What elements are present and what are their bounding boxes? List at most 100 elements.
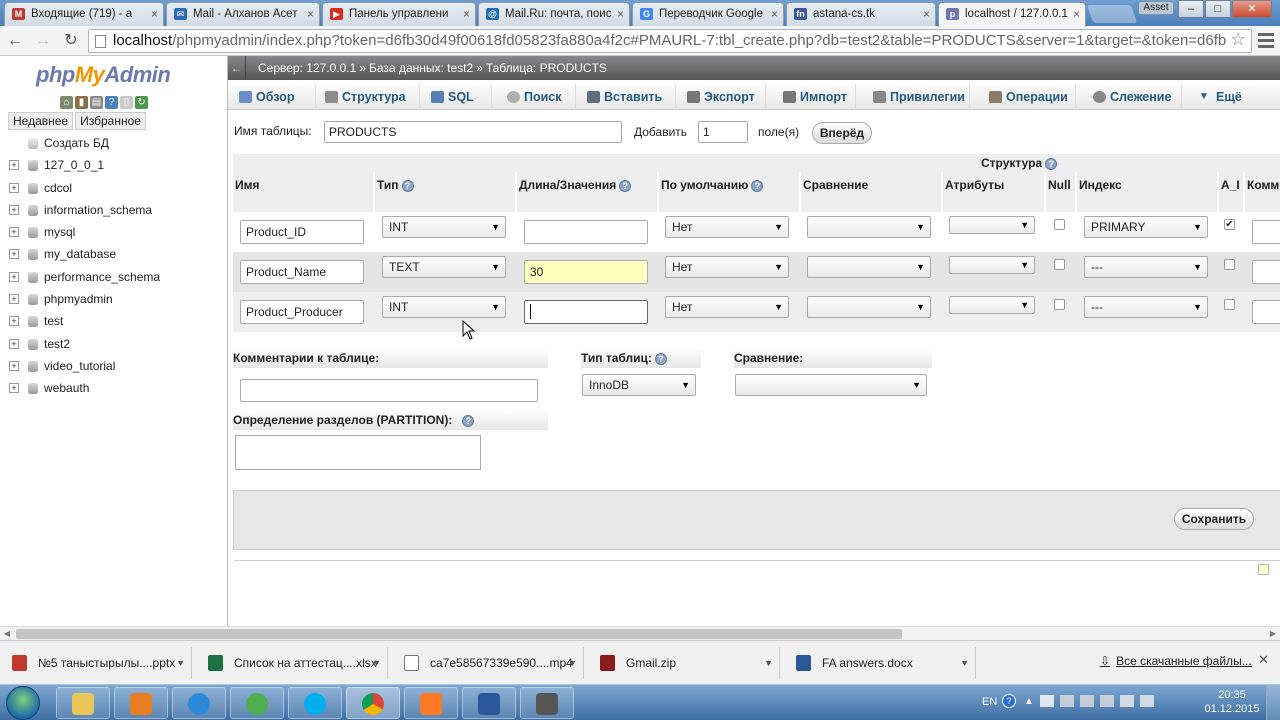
browser-tab-translate[interactable]: G Переводчик Google × [632, 2, 784, 26]
tab-operations[interactable]: Операции [986, 84, 1076, 110]
expand-icon[interactable]: + [9, 360, 19, 371]
browser-tab-mail[interactable]: ✉ Mail - Алханов Асет × [166, 2, 320, 26]
taskbar-skype[interactable] [288, 687, 342, 719]
null-checkbox[interactable] [1054, 219, 1065, 230]
download-item[interactable]: Список на аттестац....xlsx ▼ [198, 647, 388, 679]
column-default-select[interactable]: Нет ▼ [665, 296, 789, 318]
close-icon[interactable]: × [923, 3, 930, 25]
breadcrumb-server[interactable]: Сервер: 127.0.0.1 [258, 61, 356, 75]
tab-privileges[interactable]: Привилегии [870, 84, 970, 110]
table-name-input[interactable]: PRODUCTS [324, 121, 622, 143]
tab-tracking[interactable]: Слежение [1090, 84, 1182, 110]
table-collation-select[interactable]: ▼ [735, 374, 927, 396]
help-icon[interactable]: ? [105, 96, 118, 109]
tab-export[interactable]: Экспорт [684, 84, 766, 110]
column-collation-select[interactable]: ▼ [807, 296, 931, 318]
column-attributes-select[interactable]: ▼ [949, 216, 1035, 234]
help-icon[interactable]: ? [401, 179, 414, 192]
favorites-tab[interactable]: Избранное [75, 112, 146, 130]
device-icon[interactable] [1080, 695, 1094, 707]
db-item[interactable]: + mysql [6, 221, 226, 243]
chevron-down-icon[interactable]: ▼ [568, 647, 577, 679]
taskbar-word[interactable] [462, 687, 516, 719]
taskbar-chrome[interactable] [346, 687, 400, 719]
engine-select[interactable]: InnoDB ▼ [582, 374, 696, 396]
sql-query-icon[interactable]: ▤ [90, 96, 103, 109]
column-attributes-select[interactable]: ▼ [949, 256, 1035, 274]
bookmark-star-icon[interactable]: ☆ [1230, 29, 1246, 50]
expand-icon[interactable]: + [9, 383, 19, 394]
start-button[interactable] [6, 686, 40, 720]
column-comment-input[interactable] [1252, 220, 1280, 244]
db-item[interactable]: + webauth [6, 377, 226, 399]
tab-browse[interactable]: Обзор [236, 84, 316, 110]
back-icon[interactable]: ← [4, 30, 26, 52]
expand-icon[interactable]: + [9, 249, 19, 260]
chevron-down-icon[interactable]: ▼ [372, 647, 381, 679]
horizontal-scrollbar[interactable]: ◀ ▶ [0, 626, 1280, 640]
expand-icon[interactable]: + [9, 271, 19, 282]
recent-tab[interactable]: Недавнее [8, 112, 74, 130]
save-button[interactable]: Сохранить [1174, 508, 1254, 530]
browser-tab-mailru[interactable]: @ Mail.Ru: почта, поис × [478, 2, 630, 26]
taskbar-utorrent[interactable] [230, 687, 284, 719]
tab-insert[interactable]: Вставить [584, 84, 676, 110]
show-desktop-button[interactable] [1266, 685, 1280, 720]
browser-menu-icon[interactable] [1256, 30, 1276, 52]
dropbox-icon[interactable] [1060, 695, 1074, 707]
collapse-nav-icon[interactable]: ← [228, 56, 246, 80]
column-collation-select[interactable]: ▼ [807, 256, 931, 278]
column-type-select[interactable]: INT ▼ [382, 296, 506, 318]
forward-icon[interactable]: → [32, 30, 54, 52]
expand-icon[interactable]: + [9, 160, 19, 171]
db-item[interactable]: + test [6, 310, 226, 332]
scroll-right-icon[interactable]: ▶ [1266, 627, 1280, 641]
expand-icon[interactable]: + [9, 204, 19, 215]
reload-icon[interactable]: ↻ [60, 30, 82, 52]
expand-icon[interactable]: + [9, 227, 19, 238]
download-item[interactable]: ca7e58567339e590....mp4 ▼ [394, 647, 584, 679]
create-db-item[interactable]: Создать БД [6, 132, 226, 154]
auto-increment-checkbox[interactable] [1224, 259, 1235, 270]
address-bar[interactable]: localhost/phpmyadmin/index.php?token=d6f… [88, 29, 1252, 53]
docs-icon[interactable]: ▯ [120, 96, 133, 109]
column-length-input[interactable]: 30 [524, 260, 648, 284]
all-downloads-link[interactable]: ⇩ Все скачанные файлы... [1100, 654, 1252, 668]
column-name-input[interactable]: Product_Name [240, 260, 364, 284]
go-button[interactable]: Вперёд [812, 122, 872, 144]
chevron-down-icon[interactable]: ▼ [764, 647, 773, 679]
download-item[interactable]: №5 таныстырылы....pptx ▼ [2, 647, 192, 679]
close-icon[interactable]: × [617, 3, 624, 25]
tab-structure[interactable]: Структура [322, 84, 420, 110]
null-checkbox[interactable] [1054, 299, 1065, 310]
tab-sql[interactable]: SQL [428, 84, 492, 110]
close-downloads-icon[interactable]: ✕ [1258, 652, 1269, 668]
column-index-select[interactable]: --- ▼ [1084, 296, 1208, 318]
language-indicator[interactable]: EN [982, 696, 997, 708]
taskbar-explorer[interactable] [56, 687, 110, 719]
console-toggle-icon[interactable] [1258, 564, 1269, 575]
column-comment-input[interactable] [1252, 260, 1280, 284]
add-fields-count-input[interactable]: 1 [698, 121, 748, 143]
download-item[interactable]: FA answers.docx ▼ [786, 647, 976, 679]
new-tab-button[interactable] [1086, 5, 1138, 23]
reload-nav-icon[interactable]: ↻ [135, 96, 148, 109]
db-item[interactable]: + video_tutorial [6, 355, 226, 377]
close-icon[interactable]: × [307, 3, 314, 25]
column-index-select[interactable]: --- ▼ [1084, 256, 1208, 278]
db-item[interactable]: + phpmyadmin [6, 288, 226, 310]
expand-icon[interactable]: + [9, 338, 19, 349]
help-icon[interactable]: ? [619, 179, 632, 192]
column-length-input[interactable] [524, 300, 648, 324]
chevron-down-icon[interactable]: ▼ [960, 647, 969, 679]
network-icon[interactable] [1100, 695, 1114, 707]
partition-textarea[interactable] [235, 435, 481, 470]
volume-icon[interactable] [1140, 695, 1154, 707]
user-profile-button[interactable]: Asset [1138, 1, 1174, 15]
column-collation-select[interactable]: ▼ [807, 216, 931, 238]
taskbar-media[interactable] [114, 687, 168, 719]
help-icon[interactable]: ? [751, 179, 764, 192]
clock[interactable]: 20:35 01.12.2015 [1202, 688, 1262, 716]
close-icon[interactable]: × [771, 3, 778, 25]
db-item[interactable]: + performance_schema [6, 266, 226, 288]
